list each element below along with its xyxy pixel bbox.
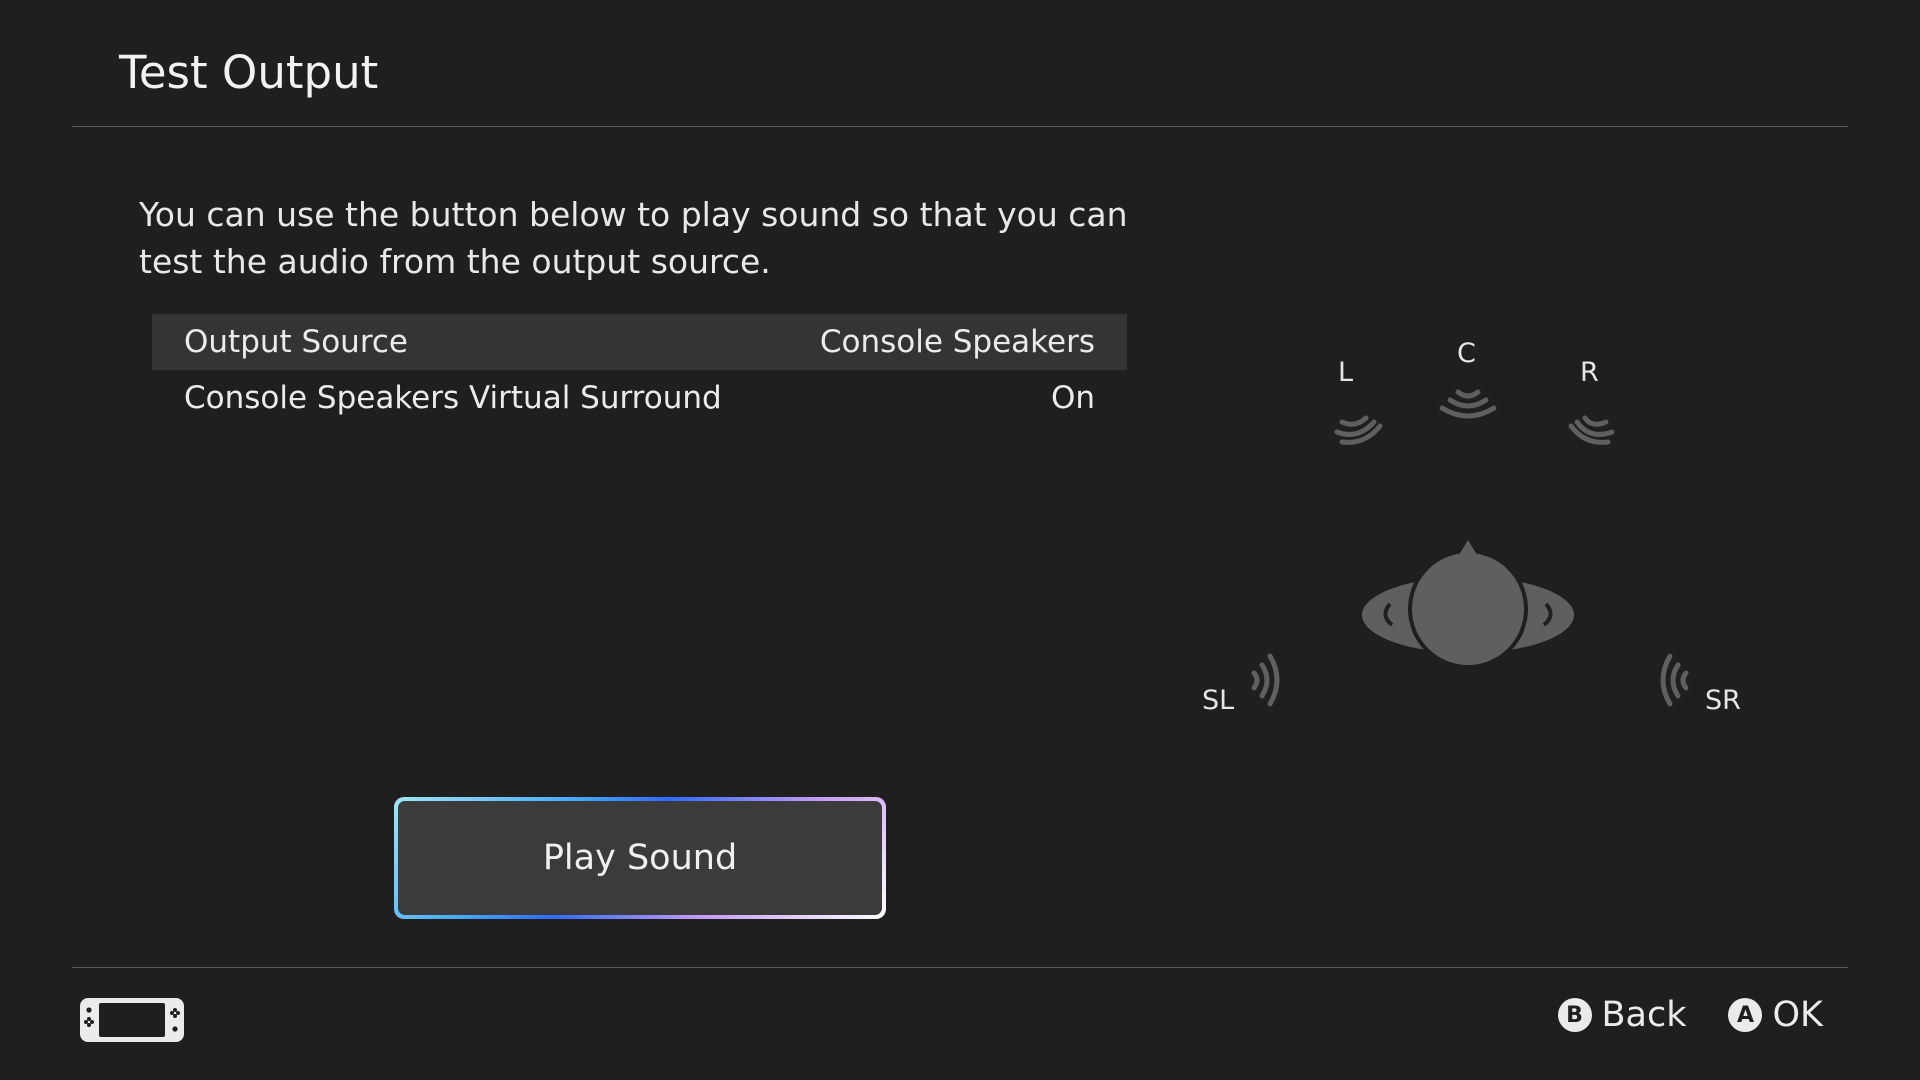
setting-row-output-source[interactable]: Output Source Console Speakers [152,314,1127,370]
setting-label: Console Speakers Virtual Surround [184,380,722,416]
speaker-diagram-graphic [1251,389,1689,707]
setting-value: On [1050,380,1095,416]
play-sound-button[interactable]: Play Sound [394,797,886,919]
handheld-console-icon [80,998,184,1042]
setting-value: Console Speakers [819,324,1095,360]
description-text: You can use the button below to play sou… [139,195,1128,281]
surround-left-speaker-wave-icon [1251,653,1280,707]
page-title: Test Output [119,46,379,99]
ok-hint[interactable]: A OK [1728,995,1823,1035]
footer-button-hints: B Back A OK [1557,995,1823,1035]
setting-label: Output Source [184,324,409,360]
test-output-screen: Test Output You can use the button below… [0,0,1920,1080]
listener-head-icon [1362,540,1574,669]
b-button-icon: B [1557,998,1592,1032]
back-label: Back [1601,995,1687,1035]
ok-label: OK [1772,995,1823,1035]
setting-row-virtual-surround[interactable]: Console Speakers Virtual Surround On [152,370,1127,426]
play-sound-label: Play Sound [398,801,882,915]
speaker-diagram: L C R SL SR [1180,330,1780,730]
left-speaker-wave-icon [1334,415,1383,445]
a-button-icon: A [1728,998,1763,1032]
surround-right-speaker-wave-icon [1660,653,1689,707]
center-speaker-wave-icon [1439,389,1497,419]
back-hint[interactable]: B Back [1557,995,1687,1035]
settings-list: Output Source Console Speakers Console S… [152,314,1127,426]
footer-divider [72,967,1848,968]
right-speaker-wave-icon [1568,415,1615,445]
header-divider [72,126,1848,127]
